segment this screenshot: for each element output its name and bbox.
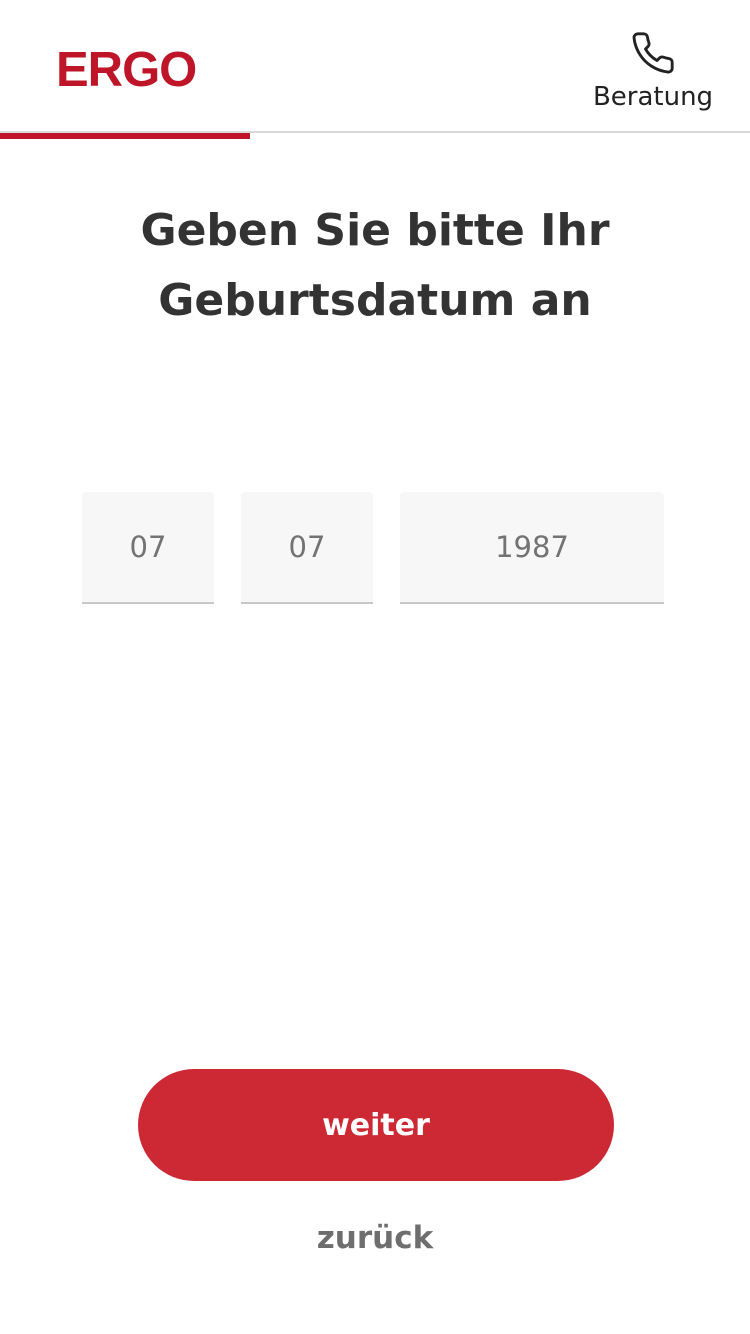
consult-label: Beratung xyxy=(592,82,714,112)
next-button[interactable]: weiter xyxy=(138,1069,614,1181)
birth-year-input[interactable] xyxy=(400,492,664,604)
phone-icon xyxy=(588,30,718,76)
birth-month-input[interactable] xyxy=(241,492,373,604)
ergo-logo[interactable]: ERGO xyxy=(56,46,197,95)
back-button[interactable]: zurück xyxy=(225,1210,525,1266)
top-bar: ERGO Beratung xyxy=(0,0,750,133)
birth-day-input[interactable] xyxy=(82,492,214,604)
progress-bar xyxy=(0,133,250,139)
consult-button[interactable]: Beratung xyxy=(588,30,718,112)
page-title: Geben Sie bitte Ihr Geburtsdatum an xyxy=(140,205,610,326)
